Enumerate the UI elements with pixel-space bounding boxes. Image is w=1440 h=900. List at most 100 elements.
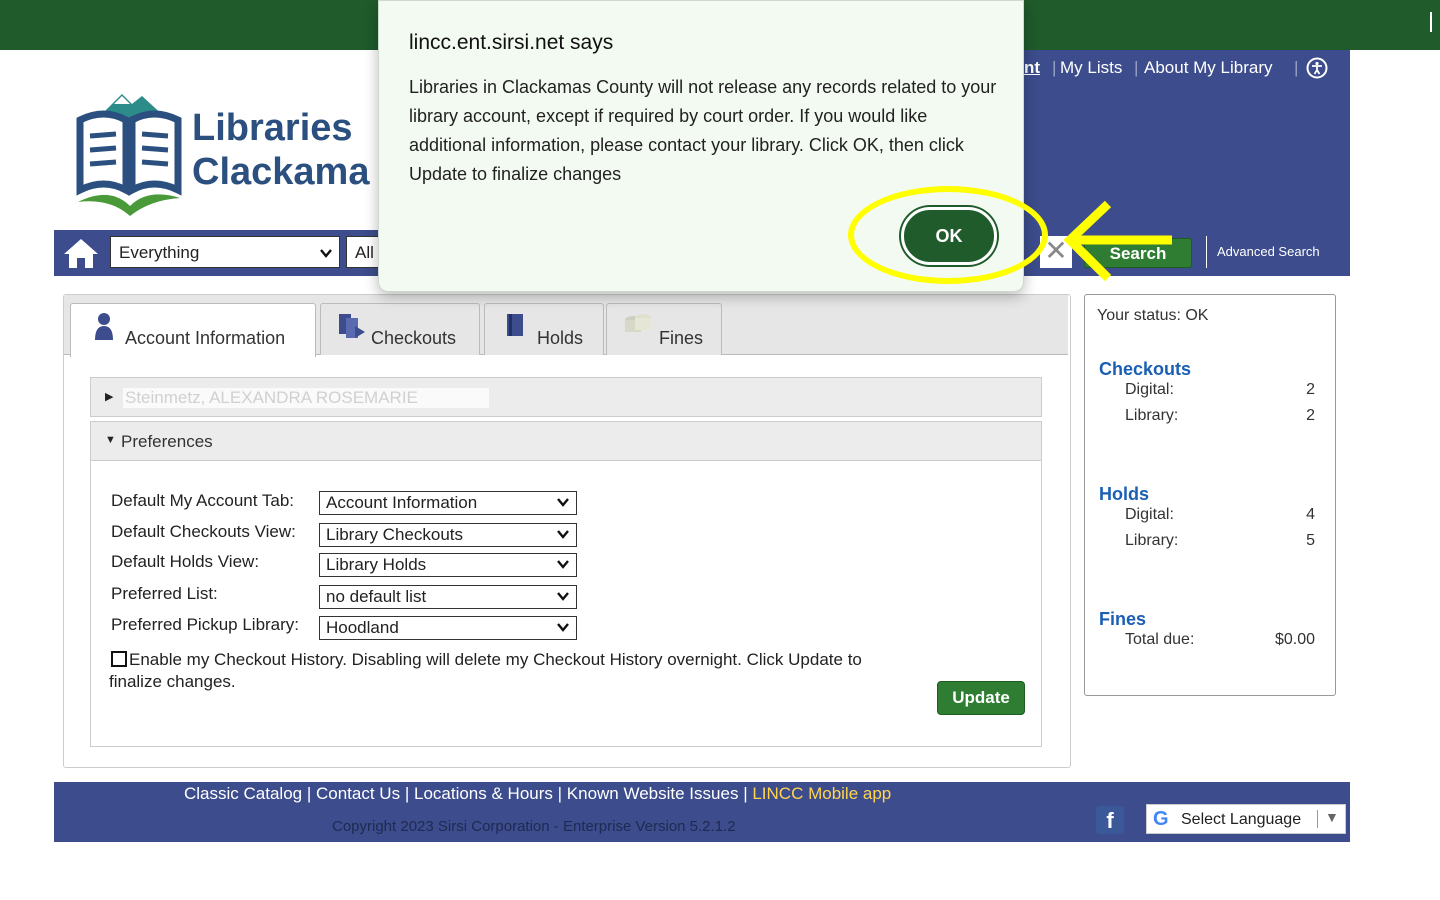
language-select[interactable]: G Select Language ▼: [1146, 804, 1346, 834]
caret-right-icon: ▶: [105, 391, 114, 403]
nav-separator: |: [1134, 58, 1139, 77]
tab-label: Fines: [659, 328, 704, 348]
tab-account-information[interactable]: Account Information: [70, 303, 316, 357]
copyright-text: Copyright 2023 Sirsi Corporation - Enter…: [332, 818, 736, 835]
checkouts-digital-row: Digital: 2: [1125, 381, 1315, 399]
footer-separator: |: [743, 784, 748, 803]
advanced-search-link[interactable]: Advanced Search: [1206, 236, 1320, 268]
search-scope-select[interactable]: Everything: [110, 236, 340, 268]
mobile-app-link[interactable]: LINCC Mobile app: [752, 784, 891, 803]
about-my-library-link[interactable]: About My Library: [1144, 58, 1273, 78]
logo-line-2: Clackama: [192, 151, 370, 193]
row-label: Library:: [1125, 532, 1179, 549]
person-icon: [95, 313, 113, 340]
preferences-label: Preferences: [121, 432, 213, 451]
preferred-pickup-library-select[interactable]: Hoodland: [319, 616, 577, 640]
chevron-down-icon: [557, 560, 569, 569]
select-value: Library Holds: [326, 555, 427, 574]
tab-checkouts[interactable]: Checkouts: [320, 303, 480, 355]
preferences-accordion[interactable]: ▼ Preferences: [90, 421, 1042, 461]
checkouts-summary-link[interactable]: Checkouts: [1099, 359, 1191, 380]
update-button[interactable]: Update: [937, 681, 1025, 715]
top-nav-links: nt | My Lists | About My Library |: [1024, 57, 1346, 80]
holds-digital-count: 4: [1306, 506, 1315, 523]
checkouts-digital-count: 2: [1306, 381, 1315, 398]
facebook-icon[interactable]: f: [1096, 806, 1124, 834]
checkout-history-label: Enable my Checkout History. Disabling wi…: [109, 650, 862, 691]
dialog-title: lincc.ent.sirsi.net says: [409, 31, 614, 54]
holds-library-count: 5: [1306, 532, 1315, 549]
select-value: no default list: [326, 587, 427, 606]
row-label: Digital:: [1125, 381, 1174, 398]
patron-name-accordion[interactable]: ▶ Steinmetz, ALEXANDRA ROSEMARIE: [90, 377, 1042, 417]
fines-summary-link[interactable]: Fines: [1099, 609, 1146, 630]
my-lists-link[interactable]: My Lists: [1060, 58, 1122, 78]
row-label: Library:: [1125, 407, 1179, 424]
banner-mark: [1430, 12, 1432, 32]
account-panel: Account Information Checkouts Holds Fine…: [63, 294, 1071, 768]
chevron-down-icon: [557, 530, 569, 539]
classic-catalog-link[interactable]: Classic Catalog: [184, 784, 302, 803]
account-tabs: Account Information Checkouts Holds Fine…: [64, 295, 1068, 357]
checkouts-library-row: Library: 2: [1125, 407, 1315, 425]
account-status-panel: Your status: OK Checkouts Digital: 2 Lib…: [1084, 294, 1336, 696]
coins-icon: [625, 314, 651, 332]
google-icon: G: [1153, 808, 1169, 830]
pref-label-preferred-list: Preferred List:: [111, 584, 218, 603]
tab-label: Holds: [537, 328, 584, 348]
pref-label-checkouts-view: Default Checkouts View:: [111, 522, 296, 541]
open-book-logo-icon: [76, 94, 182, 216]
language-select-label: Select Language: [1181, 811, 1302, 828]
ok-button[interactable]: OK: [901, 207, 997, 265]
chevron-down-icon: [557, 592, 569, 601]
footer-links: Classic Catalog | Contact Us | Locations…: [184, 784, 891, 804]
dropdown-arrow-icon: ▼: [1325, 809, 1339, 825]
books-icon: [339, 314, 365, 338]
fines-total-amount: $0.00: [1274, 631, 1315, 648]
library-select-value: All: [355, 243, 374, 262]
tab-holds[interactable]: Holds: [484, 303, 604, 355]
main-content: Account Information Checkouts Holds Fine…: [54, 276, 1350, 782]
search-scope-value: Everything: [119, 243, 200, 262]
pref-label-holds-view: Default Holds View:: [111, 552, 260, 571]
my-account-link[interactable]: nt: [1024, 58, 1040, 78]
logo-line-1: Libraries: [192, 107, 353, 149]
tab-label: Account Information: [125, 328, 286, 348]
alert-dialog: lincc.ent.sirsi.net says Libraries in Cl…: [378, 0, 1024, 292]
tab-fines[interactable]: Fines: [606, 303, 722, 355]
status-text: Your status: OK: [1097, 307, 1209, 324]
checkouts-library-count: 2: [1306, 407, 1315, 424]
home-icon[interactable]: [62, 236, 100, 275]
holds-summary-link[interactable]: Holds: [1099, 484, 1149, 505]
preferred-list-select[interactable]: no default list: [319, 585, 577, 609]
contact-us-link[interactable]: Contact Us: [316, 784, 400, 803]
pref-label-pickup-library: Preferred Pickup Library:: [111, 615, 300, 634]
default-holds-view-select[interactable]: Library Holds: [319, 553, 577, 577]
known-issues-link[interactable]: Known Website Issues: [567, 784, 739, 803]
holds-library-row: Library: 5: [1125, 532, 1315, 550]
default-checkouts-view-select[interactable]: Library Checkouts: [319, 523, 577, 547]
select-value: Hoodland: [326, 618, 399, 637]
site-footer: Classic Catalog | Contact Us | Locations…: [54, 782, 1350, 842]
chevron-down-icon: [320, 249, 332, 258]
fines-total-row: Total due: $0.00: [1125, 631, 1315, 649]
tab-label: Checkouts: [371, 328, 457, 348]
footer-separator: |: [306, 784, 312, 803]
footer-separator: |: [557, 784, 563, 803]
select-value: Library Checkouts: [326, 525, 464, 544]
accessibility-icon[interactable]: [1306, 57, 1328, 84]
preferences-form: Default My Account Tab: Account Informat…: [90, 461, 1042, 747]
pointer-arrow-icon: [1063, 200, 1172, 282]
chevron-down-icon: [557, 498, 569, 507]
default-account-tab-select[interactable]: Account Information: [319, 491, 577, 515]
logo-wordmark: Libraries Clackama: [192, 106, 369, 194]
nav-separator: |: [1052, 58, 1057, 77]
library-logo[interactable]: [70, 90, 188, 225]
locations-hours-link[interactable]: Locations & Hours: [414, 784, 553, 803]
row-label: Total due:: [1125, 631, 1195, 648]
caret-down-icon: ▼: [105, 434, 116, 446]
row-label: Digital:: [1125, 506, 1174, 523]
patron-name: Steinmetz, ALEXANDRA ROSEMARIE: [123, 388, 489, 408]
select-value: Account Information: [326, 493, 478, 512]
footer-separator: |: [404, 784, 410, 803]
